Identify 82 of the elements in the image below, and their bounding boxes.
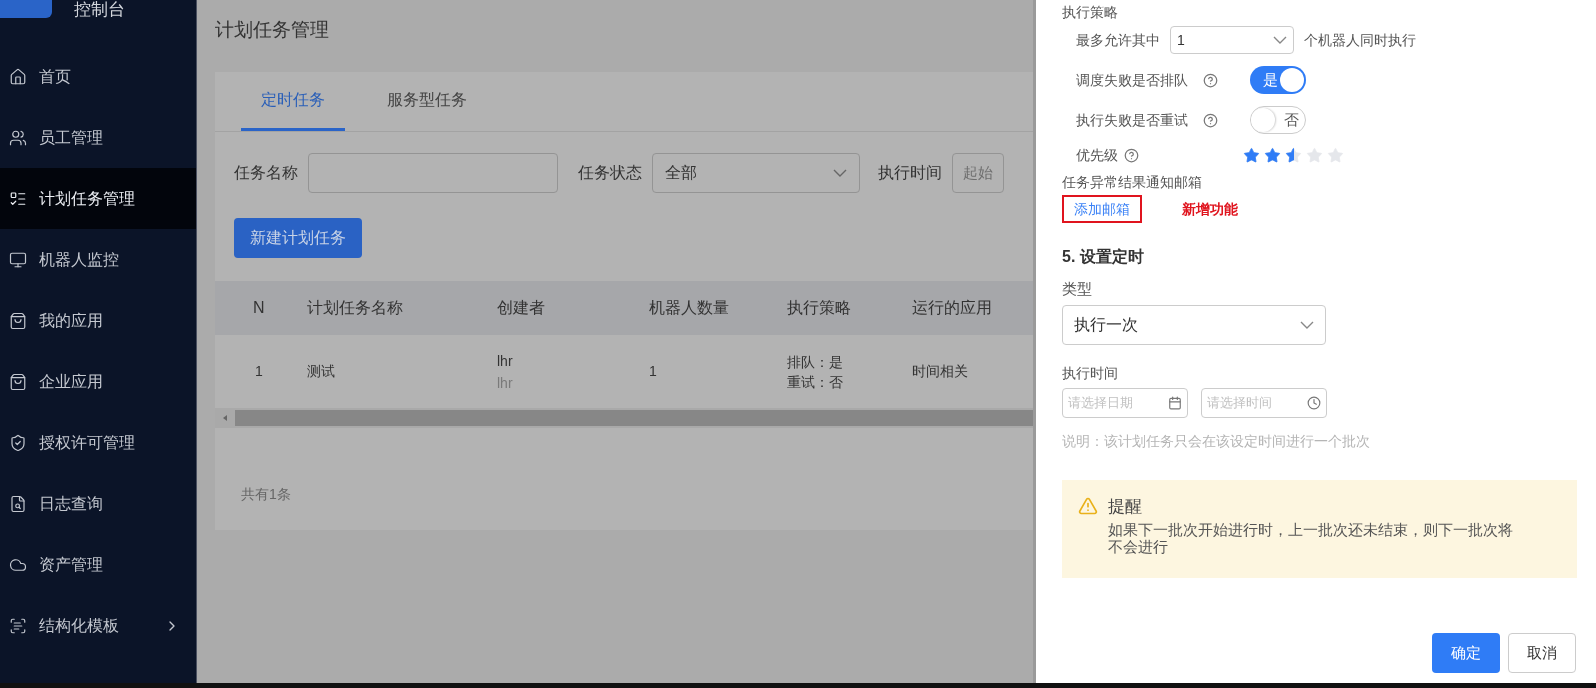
- field-label: 执行时间: [878, 163, 942, 183]
- help-text: 说明：该计划任务只会在该设定时间进行一个批次: [1062, 431, 1370, 451]
- bag-icon: [9, 311, 27, 330]
- table-cell-text: 重试：否: [787, 372, 843, 392]
- toggle-switch[interactable]: 是: [1250, 66, 1306, 94]
- star-icon: [1264, 146, 1281, 164]
- table-cell: 1: [255, 363, 263, 379]
- sidebar-item[interactable]: 首页: [0, 46, 196, 107]
- table-cell-text: lhr: [497, 373, 513, 393]
- alert-title: 提醒: [1108, 495, 1142, 518]
- section-title: 5. 设置定时: [1062, 247, 1144, 267]
- app-title: 控制台: [74, 0, 125, 20]
- column-header: 计划任务名称: [307, 299, 403, 316]
- annotation-note: 新增功能: [1182, 199, 1238, 219]
- scroll-left-icon[interactable]: [223, 415, 227, 421]
- chevron-down-icon: [1273, 36, 1287, 44]
- confirm-button[interactable]: 确定: [1432, 633, 1500, 673]
- field-label: 最多允许其中: [1076, 30, 1160, 50]
- shield-check-icon: [9, 433, 27, 452]
- help-icon: [1124, 147, 1139, 163]
- file-search-icon: [9, 494, 27, 513]
- page-title: 计划任务管理: [215, 18, 329, 42]
- type-select[interactable]: 执行一次: [1062, 304, 1326, 345]
- status-select[interactable]: 全部: [652, 153, 860, 193]
- sidebar-item[interactable]: 我的应用: [0, 290, 196, 351]
- logo: [0, 0, 52, 18]
- tab[interactable]: 服务型任务: [367, 72, 487, 131]
- sidebar-item[interactable]: 机器人监控: [0, 229, 196, 290]
- sidebar-item[interactable]: 资产管理: [0, 534, 196, 595]
- star-icon: [1285, 146, 1302, 164]
- help-icon: [1203, 72, 1218, 88]
- bag-icon: [9, 372, 27, 391]
- section-label: 执行策略: [1062, 3, 1118, 22]
- home-icon: [9, 67, 27, 86]
- field-label: 执行失败是否重试: [1076, 110, 1189, 130]
- column-header: 执行策略: [787, 299, 851, 316]
- table-cell-text: lhr: [497, 351, 513, 371]
- scan-text-icon: [9, 616, 27, 635]
- task-name-field[interactable]: [308, 153, 558, 193]
- column-header: N: [253, 299, 265, 316]
- column-header: 创建者: [497, 299, 545, 316]
- sidebar-item[interactable]: 计划任务管理: [0, 168, 196, 229]
- field-label: 优先级: [1076, 145, 1118, 165]
- total-count: 共有1条: [241, 485, 291, 504]
- cancel-button[interactable]: 取消: [1508, 633, 1576, 673]
- sidebar-item[interactable]: 企业应用: [0, 351, 196, 412]
- list-icon: [9, 189, 27, 208]
- field-label: 类型: [1062, 279, 1092, 299]
- field-label: 执行时间: [1062, 363, 1118, 383]
- priority-rating[interactable]: [1243, 146, 1344, 164]
- help-icon: [1203, 112, 1218, 128]
- warning-icon: [1078, 495, 1098, 516]
- table-cell: 时间相关: [912, 363, 968, 379]
- field-label: 调度失败是否排队: [1076, 70, 1189, 90]
- add-email-link[interactable]: 添加邮箱: [1062, 195, 1142, 223]
- sidebar-item[interactable]: 员工管理: [0, 107, 196, 168]
- table-cell-text: 排队：是: [787, 352, 843, 372]
- star-icon: [1327, 146, 1344, 164]
- robot-count-select[interactable]: 1: [1170, 26, 1294, 54]
- chevron-down-icon: [1300, 320, 1314, 329]
- column-header: 机器人数量: [649, 299, 729, 316]
- chevron-down-icon: [833, 169, 847, 177]
- sidebar-item[interactable]: 授权许可管理: [0, 412, 196, 473]
- toggle-switch[interactable]: 否: [1250, 106, 1306, 134]
- users-icon: [9, 128, 27, 147]
- alert-text: 如果下一批次开始进行时，上一批次还未结束，则下一批次将不会进行: [1108, 521, 1514, 555]
- field-label: 任务状态: [578, 163, 642, 183]
- sidebar-item[interactable]: 结构化模板: [0, 595, 196, 656]
- sidebar-item[interactable]: 日志查询: [0, 473, 196, 534]
- monitor-icon: [9, 250, 27, 269]
- clock-icon: [1307, 395, 1321, 410]
- field-label: 任务名称: [234, 163, 298, 183]
- table-cell: 1: [649, 363, 657, 379]
- new-task-button[interactable]: 新建计划任务: [234, 218, 362, 258]
- star-icon: [1243, 146, 1260, 164]
- field-label: 个机器人同时执行: [1304, 30, 1416, 50]
- section-label: 任务异常结果通知邮箱: [1062, 173, 1202, 192]
- table-cell: 测试: [307, 363, 335, 379]
- calendar-icon: [1168, 395, 1182, 410]
- column-header: 运行的应用: [912, 299, 992, 316]
- horizontal-scrollbar[interactable]: [215, 408, 1033, 428]
- star-icon: [1306, 146, 1323, 164]
